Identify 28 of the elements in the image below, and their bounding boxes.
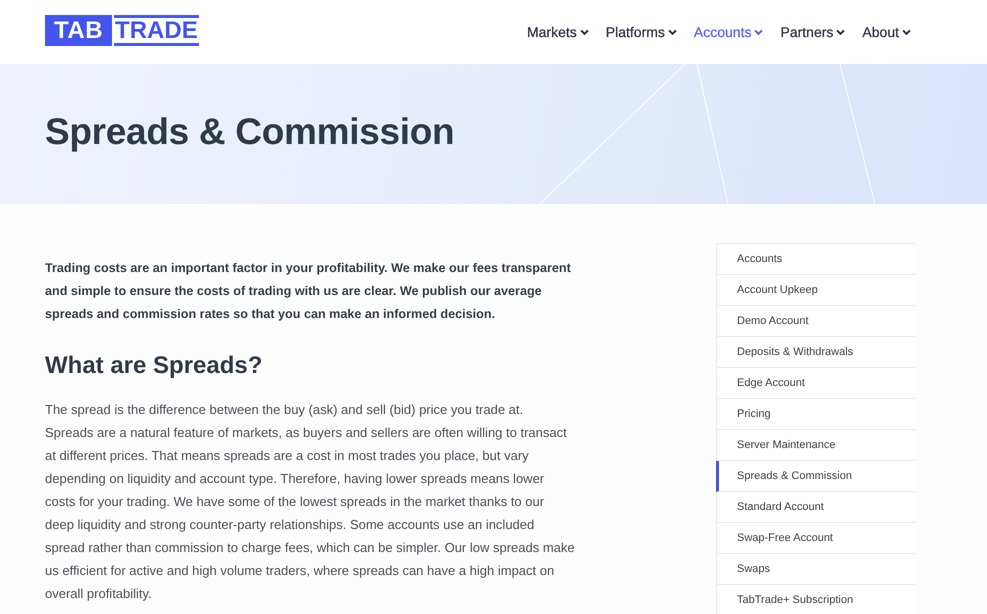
page-title: Spreads & Commission — [45, 111, 454, 153]
nav-link[interactable]: Markets — [526, 24, 589, 40]
logo-badge[interactable]: TAB — [45, 15, 112, 46]
chevron-down-icon — [836, 28, 846, 36]
chevron-down-icon — [902, 28, 911, 36]
sidebar-item[interactable]: Deposits & Withdrawals — [716, 337, 915, 368]
nav-link[interactable]: About — [862, 24, 911, 40]
sidebar-item[interactable]: Spreads & Commission — [716, 461, 915, 492]
chevron-down-icon — [668, 28, 677, 36]
sidebar-item[interactable]: Accounts — [716, 244, 915, 275]
sidebar-item[interactable]: Swap-Free Account — [716, 523, 915, 554]
logo-wordmark[interactable]: TRADE — [114, 15, 199, 46]
sidebar-item[interactable]: Account Upkeep — [716, 275, 915, 306]
sidebar-item[interactable]: Swaps — [716, 554, 915, 585]
sidebar-item[interactable]: TabTrade+ Subscription — [716, 585, 915, 614]
chevron-down-icon — [754, 28, 764, 36]
sidebar-item[interactable]: Demo Account — [716, 306, 915, 337]
intro-paragraph: Trading costs are an important factor in your profitability. We make our fees transparent and simple to ensure the costs of trading with us are clear. We publish our average spreads and commission rates so that you can make an informed decision. — [45, 260, 572, 323]
section-heading: What are Spreads? — [45, 351, 264, 381]
nav-link[interactable]: Accounts — [694, 24, 764, 40]
sidebar-item[interactable]: Server Maintenance — [716, 430, 915, 461]
sidebar-item[interactable]: Edge Account — [716, 368, 915, 399]
nav-link[interactable]: Platforms — [606, 24, 677, 40]
nav-link[interactable]: Partners — [780, 24, 846, 40]
sidebar-item[interactable]: Standard Account — [716, 492, 915, 523]
chevron-down-icon — [580, 28, 589, 36]
sidebar-item[interactable]: Pricing — [716, 399, 915, 430]
body-paragraph: The spread is the difference between the buy (ask) and sell (bid) price you trade at. Spreads are a natural feature of markets, as buyers and sellers are often willing to transact at different prices. That means spreads are a cost in most trades you place, but vary depending on liquidity and account type. Therefore, having lower spreads means lower costs for your trading. We have some of the lowest spreads in the market thanks to our deep liquidity and strong counter-party relationships. Some accounts use an included spread rather than commission to charge fees, which can be simpler. Our low spreads make us efficient for active and high volume traders, where spreads can have a high impact on overall profitability. — [45, 401, 575, 603]
